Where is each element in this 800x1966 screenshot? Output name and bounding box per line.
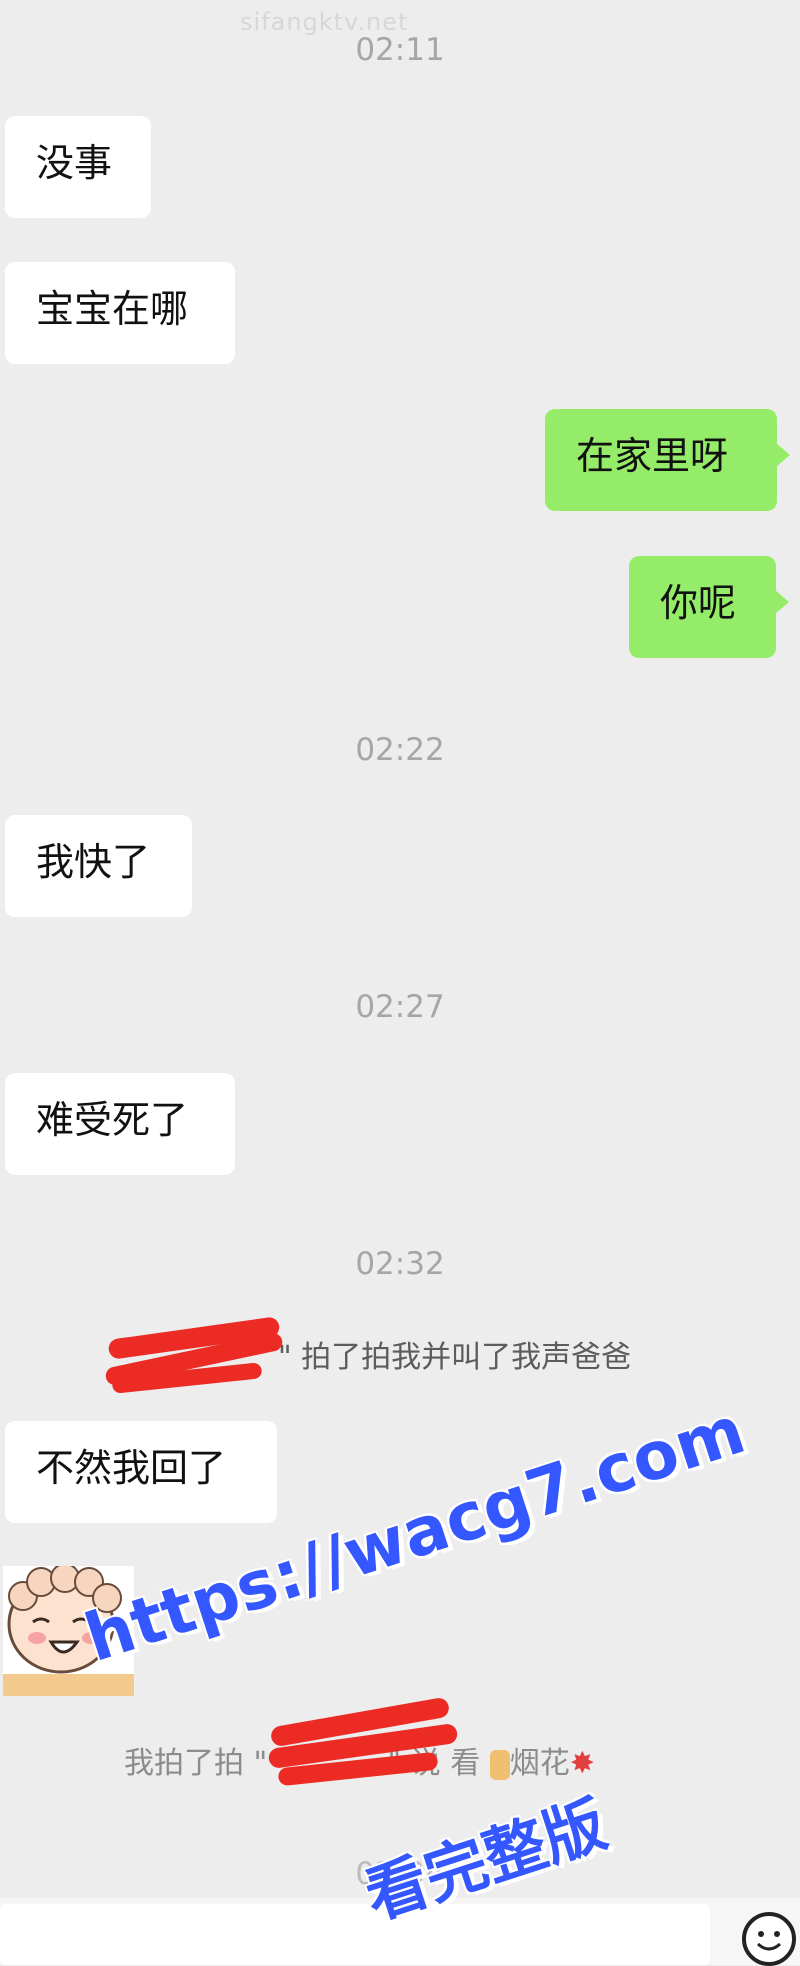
incoming-message[interactable]: 没事 — [5, 116, 151, 218]
timestamp: 02:27 — [355, 989, 445, 1025]
outgoing-message[interactable]: 在家里呀 — [545, 409, 790, 511]
incoming-message[interactable]: 我快了 — [5, 815, 192, 917]
timestamp: 02:32 — [355, 1246, 445, 1282]
outgoing-message[interactable]: 你呢 — [629, 556, 789, 658]
message-input[interactable] — [0, 1904, 710, 1965]
smiley-icon[interactable] — [742, 1912, 796, 1966]
hand-icon — [489, 1749, 510, 1780]
incoming-message[interactable]: 宝宝在哪 — [5, 262, 235, 364]
pat-suffix: " 拍了拍我并叫了我声爸爸 — [277, 1340, 632, 1375]
incoming-message[interactable]: 不然我回了 — [5, 1421, 277, 1523]
timestamp: 02:11 — [355, 32, 445, 68]
timestamp: 02:22 — [355, 732, 445, 768]
pat-prefix: 我拍了拍 " — [124, 1746, 268, 1781]
pat-word: 烟花 — [509, 1746, 570, 1781]
incoming-message[interactable]: 难受死了 — [5, 1073, 235, 1175]
